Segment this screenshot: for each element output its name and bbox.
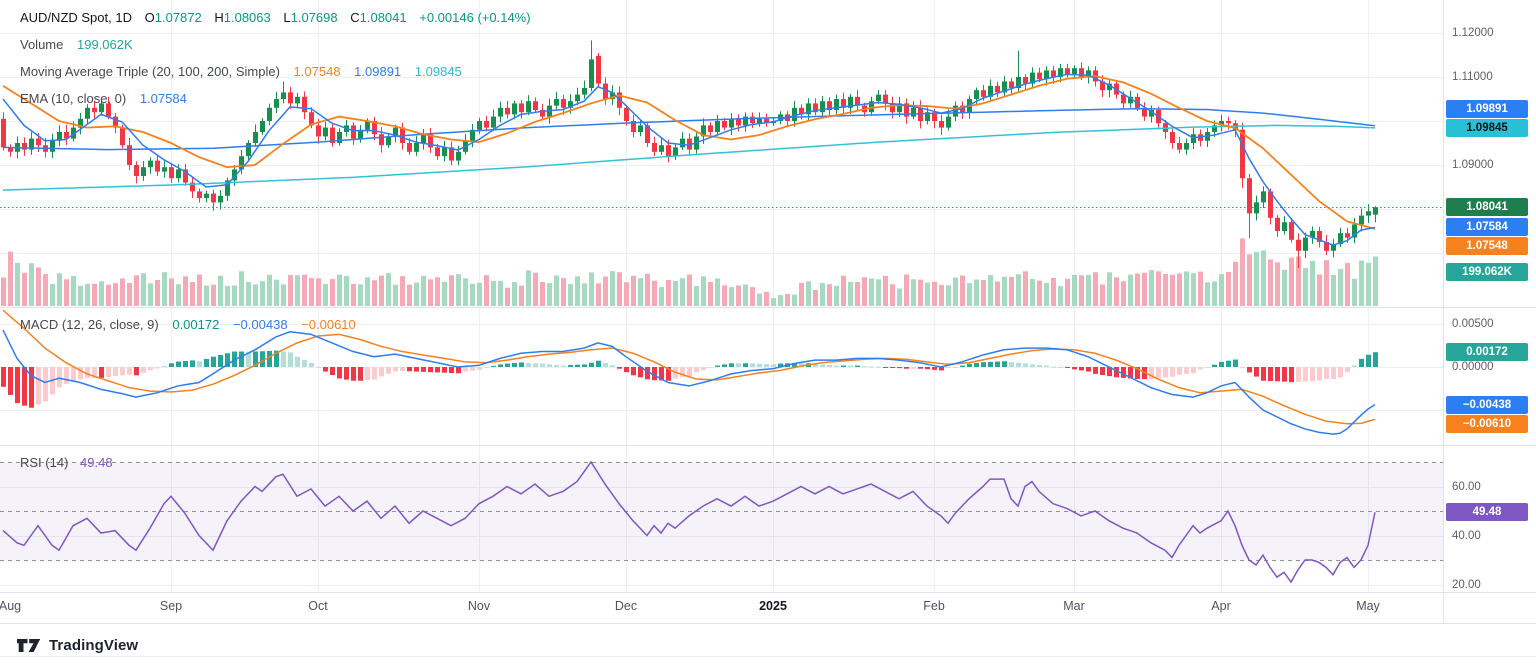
macd-signal-value: −0.00610 (301, 317, 356, 332)
macd-pane-legend: MACD (12, 26, close, 9) 0.00172 −0.00438… (20, 311, 356, 338)
time-axis-label-Sep: Sep (160, 599, 182, 613)
symbol-legend-row[interactable]: AUD/NZD Spot, 1D O1.07872 H1.08063 L1.07… (20, 4, 531, 31)
volume-legend-row[interactable]: Volume 199.062K (20, 31, 531, 58)
time-axis-label-Apr: Apr (1211, 599, 1230, 613)
ema-label: EMA (10, close, 0) (20, 91, 126, 106)
time-axis-label-Aug: Aug (0, 599, 21, 613)
footer-divider (0, 656, 1536, 657)
ohlc-close-value: 1.08041 (360, 10, 407, 25)
rsi-value: 49.48 (80, 455, 113, 470)
macd-label: MACD (12, 26, close, 9) (20, 317, 159, 332)
ohlc-high-key: H (214, 10, 223, 25)
ohlc-low-value: 1.07698 (291, 10, 338, 25)
sma200-value: 1.09845 (415, 64, 462, 79)
change-value: +0.00146 (+0.14%) (419, 10, 530, 25)
tradingview-chart-app: AUD/NZD Spot, 1D O1.07872 H1.08063 L1.07… (0, 0, 1536, 666)
symbol-title: AUD/NZD Spot, 1D (20, 10, 132, 25)
time-axis-label-Mar: Mar (1063, 599, 1085, 613)
ohlc-high-value: 1.08063 (224, 10, 271, 25)
time-axis-label-2025: 2025 (759, 599, 787, 613)
sma20-value: 1.07548 (294, 64, 341, 79)
ma-triple-legend-row[interactable]: Moving Average Triple (20, 100, 200, Sim… (20, 58, 531, 85)
time-axis-label-Oct: Oct (308, 599, 327, 613)
macd-histogram-value: 0.00172 (172, 317, 219, 332)
sma100-value: 1.09891 (354, 64, 401, 79)
tradingview-attribution[interactable]: TradingView (16, 634, 138, 656)
time-axis-label-Nov: Nov (468, 599, 490, 613)
ma-triple-label: Moving Average Triple (20, 100, 200, Sim… (20, 64, 280, 79)
ema-value: 1.07584 (140, 91, 187, 106)
time-axis-label-Feb: Feb (923, 599, 945, 613)
time-axis-label-Dec: Dec (615, 599, 637, 613)
rsi-legend-row[interactable]: RSI (14) 49.48 (20, 449, 113, 476)
volume-label: Volume (20, 37, 63, 52)
tradingview-logo-icon (16, 638, 42, 653)
time-scale-axis[interactable]: Aug Sep Oct Nov Dec 2025 Feb Mar Apr May (0, 592, 1443, 623)
volume-value: 199.062K (77, 37, 133, 52)
ema-legend-row[interactable]: EMA (10, close, 0) 1.07584 (20, 85, 531, 112)
time-axis-label-May: May (1356, 599, 1380, 613)
main-pane-legend: AUD/NZD Spot, 1D O1.07872 H1.08063 L1.07… (20, 4, 531, 112)
rsi-pane-legend: RSI (14) 49.48 (20, 449, 113, 476)
ohlc-close-key: C (350, 10, 359, 25)
macd-legend-row[interactable]: MACD (12, 26, close, 9) 0.00172 −0.00438… (20, 311, 356, 338)
ohlc-open-key: O (145, 10, 155, 25)
tradingview-brand-text: TradingView (49, 637, 138, 654)
ohlc-open-value: 1.07872 (155, 10, 202, 25)
ohlc-low-key: L (283, 10, 290, 25)
macd-line-value: −0.00438 (233, 317, 288, 332)
rsi-label: RSI (14) (20, 455, 68, 470)
